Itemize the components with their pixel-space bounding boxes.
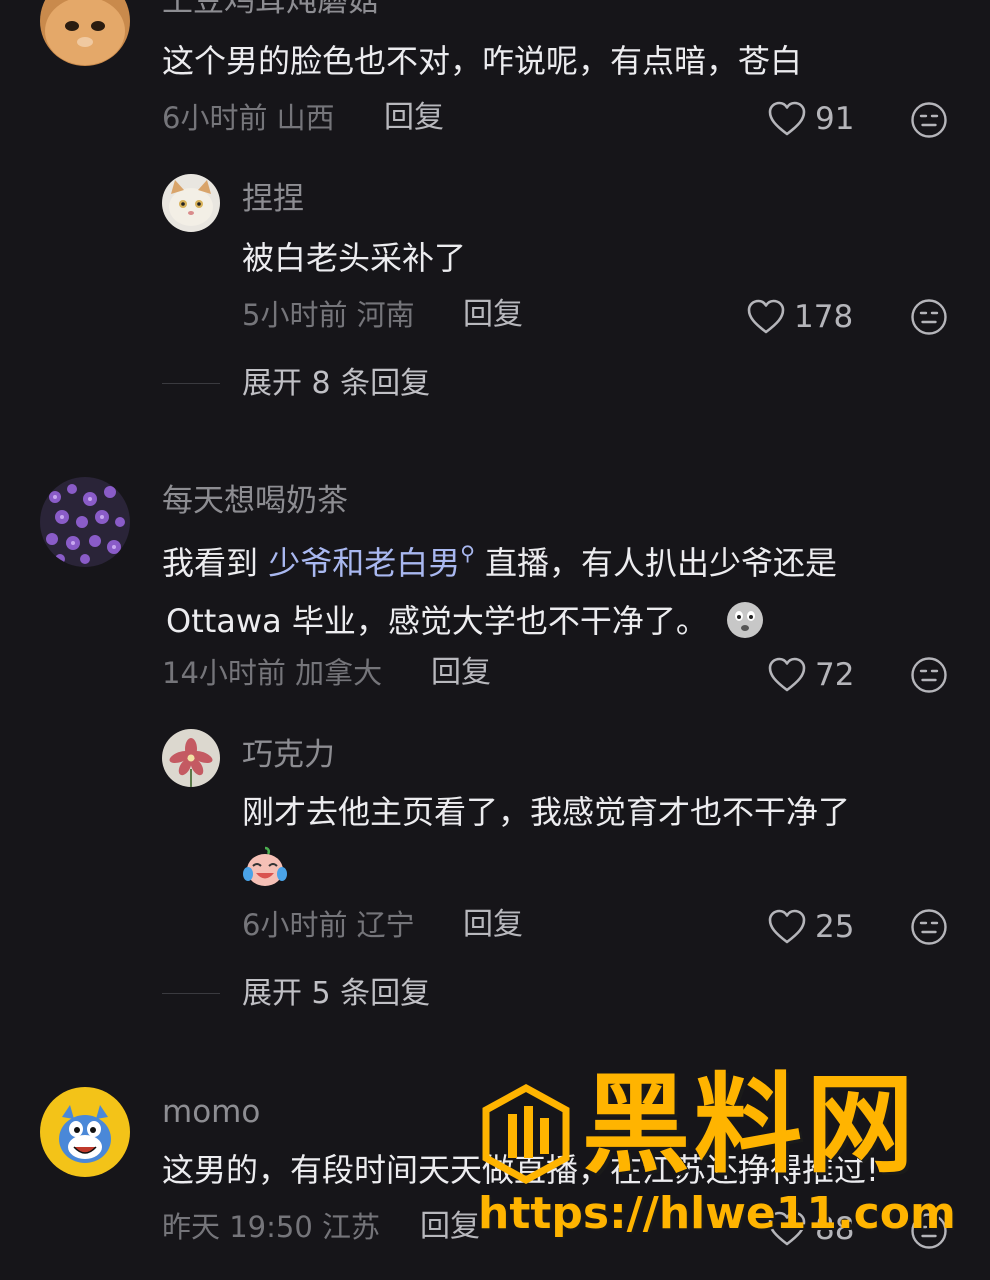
comment-location: 江苏 xyxy=(322,1210,381,1244)
comment-text-line2: Ottawa 毕业，感觉大学也不干净了。 xyxy=(166,598,766,640)
search-link-text: 少爷和老白男 xyxy=(268,544,461,582)
reply-text: 刚才去他主页看了，我感觉育才也不干净了 xyxy=(242,793,851,831)
laughing-crying-emoji-icon xyxy=(242,844,288,890)
neutral-face-icon xyxy=(911,657,947,693)
avatar[interactable] xyxy=(40,477,130,567)
reply-meta: 5小时前 河南 xyxy=(242,301,415,330)
neutral-face-icon xyxy=(911,909,947,945)
comment-username[interactable]: momo xyxy=(162,1097,260,1128)
reply-username[interactable]: 巧克力 xyxy=(242,740,335,771)
heart-outline-icon xyxy=(768,657,806,692)
like-count: 25 xyxy=(815,908,855,945)
reply-button[interactable]: 回复 xyxy=(463,300,523,330)
reply-location: 辽宁 xyxy=(356,908,415,942)
dislike-button[interactable] xyxy=(910,908,948,946)
watermark: 黑料网 https://hlwe11.com xyxy=(472,1072,990,1280)
avatar[interactable] xyxy=(162,174,220,232)
like-button[interactable]: 72 xyxy=(767,656,854,694)
expand-replies-button[interactable]: 展开 8 条回复 xyxy=(242,369,430,399)
comment-text-suffix: 直播，有人扒出少爷还是 xyxy=(474,544,838,582)
neutral-face-icon xyxy=(911,299,947,335)
reply-username[interactable]: 捏捏 xyxy=(242,184,304,215)
scared-face-emoji-icon xyxy=(727,602,764,638)
avatar[interactable] xyxy=(40,0,130,66)
heart-outline-icon xyxy=(768,909,806,944)
reply-time: 6小时前 xyxy=(242,908,348,942)
search-link[interactable]: 少爷和老白男⚲ xyxy=(268,541,475,582)
like-count: 72 xyxy=(815,656,855,693)
reply-time: 5小时前 xyxy=(242,298,348,332)
reply-button[interactable]: 回复 xyxy=(420,1212,480,1242)
reply-text: 被白老头采补了 xyxy=(242,239,467,277)
like-count: 178 xyxy=(794,298,854,335)
comment-text: 这个男的脸色也不对，咋说呢，有点暗，苍白 xyxy=(162,42,803,80)
avatar[interactable] xyxy=(162,729,220,787)
heart-outline-icon xyxy=(747,299,785,334)
search-icon: ⚲ xyxy=(460,541,475,565)
comment-time: 昨天 19:50 xyxy=(162,1210,313,1244)
reply-location: 河南 xyxy=(356,298,415,332)
dislike-button[interactable] xyxy=(910,298,948,336)
like-count: 91 xyxy=(815,100,855,137)
reply-meta: 6小时前 辽宁 xyxy=(242,911,415,940)
watermark-title: 黑料网 xyxy=(582,1063,919,1188)
watermark-url: https://hlwe11.com xyxy=(478,1188,956,1239)
like-button[interactable]: 178 xyxy=(746,298,853,336)
comment-location: 山西 xyxy=(276,101,335,135)
like-button[interactable]: 25 xyxy=(767,908,854,946)
comment-location: 加拿大 xyxy=(295,656,383,690)
comment-meta: 14小时前 加拿大 xyxy=(162,659,382,688)
heart-outline-icon xyxy=(768,101,806,136)
comment-text-line2-text: Ottawa 毕业，感觉大学也不干净了。 xyxy=(166,602,708,640)
dislike-button[interactable] xyxy=(910,101,948,139)
comment-meta: 6小时前 山西 xyxy=(162,104,335,133)
reply-button[interactable]: 回复 xyxy=(384,103,444,133)
avatar[interactable] xyxy=(40,1087,130,1177)
comment-meta: 昨天 19:50 江苏 xyxy=(162,1213,380,1242)
like-button[interactable]: 91 xyxy=(767,100,854,138)
comment-username[interactable]: 土豆鸡茸炖蘑菇 xyxy=(162,0,379,17)
divider xyxy=(162,993,220,994)
comment-text-line1: 我看到 少爷和老白男⚲ 直播，有人扒出少爷还是 xyxy=(162,543,837,579)
comment-time: 6小时前 xyxy=(162,101,268,135)
reply-button[interactable]: 回复 xyxy=(463,910,523,940)
reply-button[interactable]: 回复 xyxy=(431,658,491,688)
comment-time: 14小时前 xyxy=(162,656,286,690)
comment-username[interactable]: 每天想喝奶茶 xyxy=(162,486,348,517)
divider xyxy=(162,383,220,384)
comment-text-prefix: 我看到 xyxy=(162,544,269,582)
expand-replies-button[interactable]: 展开 5 条回复 xyxy=(242,979,430,1009)
watermark-logo-icon xyxy=(482,1084,570,1184)
dislike-button[interactable] xyxy=(910,656,948,694)
neutral-face-icon xyxy=(911,102,947,138)
